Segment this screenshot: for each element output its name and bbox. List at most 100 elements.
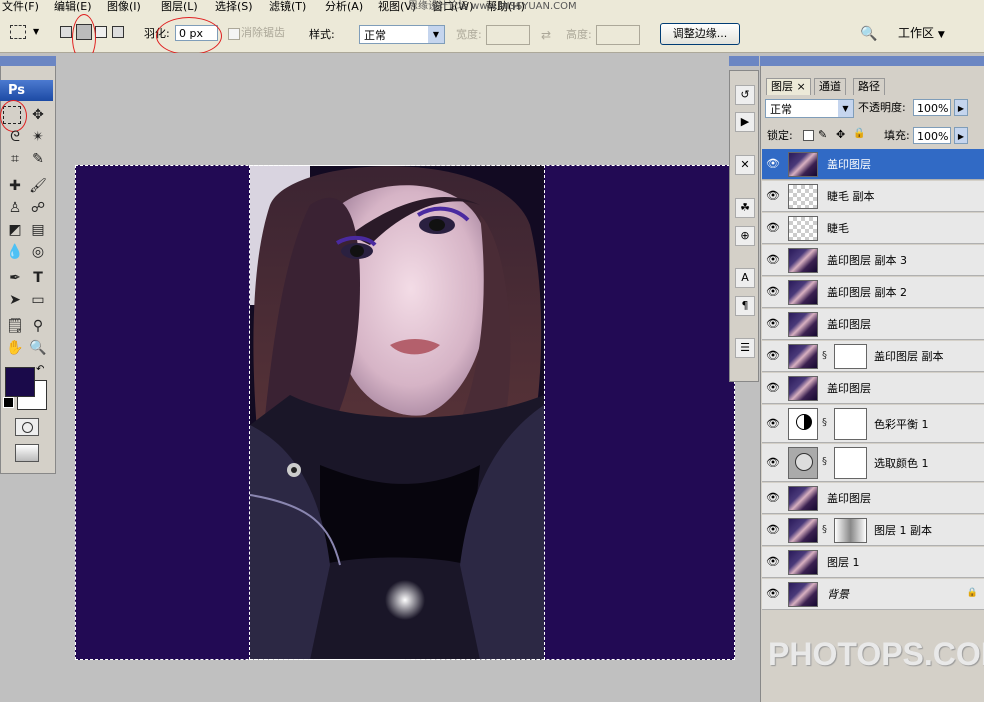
- lock-transparency-icon[interactable]: [803, 130, 814, 141]
- intersect-selection-icon[interactable]: [112, 26, 124, 38]
- clone-stamp-tool-icon[interactable]: ♙: [5, 198, 25, 218]
- layer-row[interactable]: 👁 盖印图层 副本 3: [762, 245, 984, 276]
- workspace-menu[interactable]: 工作区 ▼: [898, 25, 945, 43]
- layer-row[interactable]: 👁 盖印图层 副本 2: [762, 277, 984, 308]
- eye-icon[interactable]: 👁: [766, 417, 780, 431]
- lock-pixels-icon[interactable]: ✎: [818, 128, 827, 141]
- clone-source-icon[interactable]: ⊕: [735, 226, 755, 246]
- layer-row[interactable]: 👁 § 选取颜色 1: [762, 444, 984, 482]
- menu-select[interactable]: 选择(S): [215, 0, 253, 14]
- width-input[interactable]: [486, 25, 530, 45]
- blend-mode-select[interactable]: 正常 ▼: [765, 99, 854, 118]
- layer-comps-icon[interactable]: ☰: [735, 338, 755, 358]
- menu-file[interactable]: 文件(F): [2, 0, 39, 14]
- tool-preset-dropdown-icon[interactable]: ▼: [33, 27, 39, 36]
- layer-row[interactable]: 👁 § 图层 1 副本: [762, 515, 984, 546]
- lock-all-icon[interactable]: 🔒: [853, 128, 865, 139]
- gradient-tool-icon[interactable]: ▤: [28, 220, 48, 240]
- eye-icon[interactable]: 👁: [766, 587, 780, 601]
- eye-icon[interactable]: 👁: [766, 456, 780, 470]
- eyedropper-slice-tool-icon[interactable]: ✎: [28, 149, 48, 169]
- eye-icon[interactable]: 👁: [766, 317, 780, 331]
- fill-slider-arrow-icon[interactable]: ▶: [954, 127, 968, 144]
- dodge-tool-icon[interactable]: ◎: [28, 242, 48, 262]
- paragraph-panel-icon[interactable]: ¶: [735, 296, 755, 316]
- eye-icon[interactable]: 👁: [766, 349, 780, 363]
- layer-row[interactable]: 👁 背景 🔒: [762, 579, 984, 610]
- eye-icon[interactable]: 👁: [766, 189, 780, 203]
- shape-tool-icon[interactable]: ▭: [28, 290, 48, 310]
- brush-tool-icon[interactable]: 🖌: [28, 176, 48, 196]
- pen-tool-icon[interactable]: ✒: [5, 268, 25, 288]
- layer-mask-thumbnail[interactable]: [834, 447, 867, 479]
- menu-analysis[interactable]: 分析(A): [325, 0, 363, 14]
- eye-icon[interactable]: 👁: [766, 253, 780, 267]
- history-brush-tool-icon[interactable]: ☍: [28, 198, 48, 218]
- layer-row[interactable]: 👁 盖印图层: [762, 483, 984, 514]
- swap-colors-icon[interactable]: ↶: [36, 364, 44, 375]
- layer-mask-thumbnail[interactable]: [834, 518, 867, 543]
- chevron-down-icon[interactable]: ▼: [428, 26, 444, 43]
- toolbox-header[interactable]: [0, 56, 56, 66]
- subtract-selection-icon[interactable]: [95, 26, 107, 38]
- bridge-search-icon[interactable]: 🔍: [857, 23, 881, 45]
- eye-icon[interactable]: 👁: [766, 491, 780, 505]
- layer-mask-thumbnail[interactable]: [834, 408, 867, 440]
- antialias-checkbox[interactable]: [228, 28, 240, 40]
- layer-row[interactable]: 👁 § 色彩平衡 1: [762, 405, 984, 443]
- foreground-color-swatch[interactable]: [5, 367, 35, 397]
- layer-row[interactable]: 👁 盖印图层: [762, 373, 984, 404]
- eye-icon[interactable]: 👁: [766, 221, 780, 235]
- blur-tool-icon[interactable]: 💧: [5, 242, 25, 262]
- close-icon[interactable]: ×: [797, 80, 806, 93]
- menu-edit[interactable]: 编辑(E): [54, 0, 92, 14]
- hand-tool-icon[interactable]: ✋: [5, 338, 25, 358]
- lock-position-icon[interactable]: ✥: [836, 128, 845, 141]
- zoom-tool-icon[interactable]: 🔍: [28, 338, 48, 358]
- layer-row[interactable]: 👁 睫毛: [762, 213, 984, 244]
- tab-paths[interactable]: 路径: [853, 78, 885, 95]
- opacity-slider-arrow-icon[interactable]: ▶: [954, 99, 968, 116]
- eyedropper-tool-icon[interactable]: ⚲: [28, 316, 48, 336]
- default-colors-icon[interactable]: [3, 397, 14, 408]
- layer-row[interactable]: 👁 盖印图层: [762, 149, 984, 180]
- swap-icon[interactable]: ⇄: [541, 27, 551, 43]
- opacity-input[interactable]: 100%: [913, 99, 951, 116]
- move-tool-icon[interactable]: ✥: [28, 105, 48, 125]
- style-select[interactable]: 正常 ▼: [359, 25, 445, 44]
- crop-tool-icon[interactable]: ⌗: [5, 149, 25, 169]
- actions-panel-icon[interactable]: ▶: [735, 112, 755, 132]
- history-panel-icon[interactable]: ↺: [735, 85, 755, 105]
- healing-brush-tool-icon[interactable]: ✚: [5, 176, 25, 196]
- brushes-panel-icon[interactable]: ☘: [735, 198, 755, 218]
- layers-panel-header[interactable]: [760, 56, 984, 66]
- eye-icon[interactable]: 👁: [766, 285, 780, 299]
- layer-row[interactable]: 👁 § 盖印图层 副本: [762, 341, 984, 372]
- quick-mask-icon[interactable]: [15, 418, 39, 436]
- eraser-tool-icon[interactable]: ◩: [5, 220, 25, 240]
- fill-input[interactable]: 100%: [913, 127, 951, 144]
- notes-tool-icon[interactable]: 🗒: [5, 316, 25, 336]
- menu-filter[interactable]: 滤镜(T): [269, 0, 306, 14]
- type-tool-icon[interactable]: T: [28, 268, 48, 288]
- layer-row[interactable]: 👁 睫毛 副本: [762, 181, 984, 212]
- dock-strip-header[interactable]: [729, 56, 759, 66]
- lasso-tool-icon[interactable]: ᘓ: [5, 127, 25, 147]
- tool-presets-icon[interactable]: ✕: [735, 155, 755, 175]
- tab-layers[interactable]: 图层 ×: [766, 78, 811, 95]
- chevron-down-icon[interactable]: ▼: [838, 100, 853, 117]
- layer-row[interactable]: 👁 图层 1: [762, 547, 984, 578]
- path-selection-tool-icon[interactable]: ➤: [5, 290, 25, 310]
- tab-channels[interactable]: 通道: [814, 78, 846, 95]
- refine-edge-button[interactable]: 调整边缘...: [660, 23, 740, 45]
- eye-icon[interactable]: 👁: [766, 523, 780, 537]
- layer-row[interactable]: 👁 盖印图层: [762, 309, 984, 340]
- menu-image[interactable]: 图像(I): [107, 0, 141, 14]
- menu-layer[interactable]: 图层(L): [161, 0, 198, 14]
- character-panel-icon[interactable]: A: [735, 268, 755, 288]
- marquee-tool-icon[interactable]: [10, 25, 26, 39]
- eye-icon[interactable]: 👁: [766, 157, 780, 171]
- eye-icon[interactable]: 👁: [766, 381, 780, 395]
- eye-icon[interactable]: 👁: [766, 555, 780, 569]
- layer-mask-thumbnail[interactable]: [834, 344, 867, 369]
